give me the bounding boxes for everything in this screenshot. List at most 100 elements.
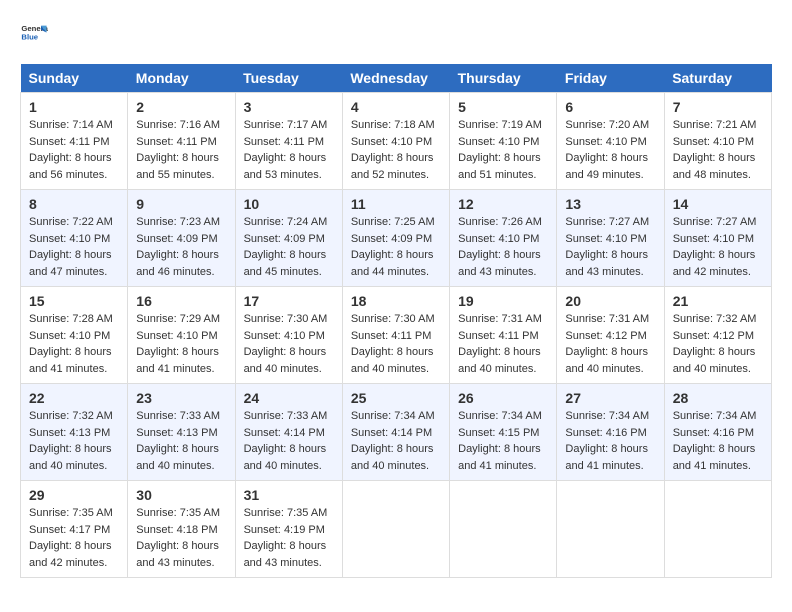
day-info: Sunrise: 7:20 AM Sunset: 4:10 PM Dayligh… [565,117,655,183]
sunrise-time: 7:30 AM [287,313,327,325]
sunset-time: 4:11 PM [284,136,324,148]
calendar-cell: 11 Sunrise: 7:25 AM Sunset: 4:09 PM Dayl… [342,190,449,287]
sunset-label: Sunset: [673,233,710,245]
day-number: 22 [29,390,119,406]
daylight-label: Daylight: [565,152,608,164]
sunrise-label: Sunrise: [29,216,69,228]
sunrise-label: Sunrise: [136,410,176,422]
day-number: 23 [136,390,226,406]
sunrise-time: 7:34 AM [502,410,542,422]
daylight-label: Daylight: [29,152,72,164]
sunrise-label: Sunrise: [458,313,498,325]
sunrise-label: Sunrise: [244,119,284,131]
sunset-time: 4:16 PM [713,427,754,439]
calendar-cell: 13 Sunrise: 7:27 AM Sunset: 4:10 PM Dayl… [557,190,664,287]
sunset-time: 4:09 PM [177,233,218,245]
daylight-label: Daylight: [565,249,608,261]
sunset-time: 4:15 PM [499,427,540,439]
sunset-time: 4:10 PM [284,330,325,342]
sunset-time: 4:16 PM [606,427,647,439]
day-info: Sunrise: 7:30 AM Sunset: 4:11 PM Dayligh… [351,311,441,377]
sunrise-time: 7:35 AM [72,507,112,519]
daylight-label: Daylight: [351,152,394,164]
sunrise-label: Sunrise: [244,410,284,422]
daylight-label: Daylight: [458,346,501,358]
sunrise-label: Sunrise: [673,410,713,422]
sunset-label: Sunset: [29,427,66,439]
calendar-cell [342,481,449,578]
sunset-time: 4:10 PM [713,233,754,245]
page-header: General Blue [20,20,772,48]
sunset-label: Sunset: [673,330,710,342]
calendar-cell: 30 Sunrise: 7:35 AM Sunset: 4:18 PM Dayl… [128,481,235,578]
day-info: Sunrise: 7:32 AM Sunset: 4:12 PM Dayligh… [673,311,763,377]
sunset-label: Sunset: [244,427,281,439]
sunset-label: Sunset: [136,427,173,439]
sunset-label: Sunset: [565,233,602,245]
logo-icon: General Blue [20,20,48,48]
calendar-cell: 14 Sunrise: 7:27 AM Sunset: 4:10 PM Dayl… [664,190,771,287]
day-info: Sunrise: 7:34 AM Sunset: 4:16 PM Dayligh… [673,408,763,474]
calendar-cell: 17 Sunrise: 7:30 AM Sunset: 4:10 PM Dayl… [235,287,342,384]
day-number: 14 [673,196,763,212]
day-number: 11 [351,196,441,212]
daylight-label: Daylight: [244,540,287,552]
sunrise-time: 7:26 AM [502,216,542,228]
sunset-label: Sunset: [29,233,66,245]
sunrise-time: 7:16 AM [180,119,220,131]
calendar-cell: 21 Sunrise: 7:32 AM Sunset: 4:12 PM Dayl… [664,287,771,384]
sunset-time: 4:14 PM [284,427,325,439]
sunrise-time: 7:30 AM [394,313,434,325]
calendar-cell: 20 Sunrise: 7:31 AM Sunset: 4:12 PM Dayl… [557,287,664,384]
day-info: Sunrise: 7:31 AM Sunset: 4:11 PM Dayligh… [458,311,548,377]
daylight-label: Daylight: [458,249,501,261]
day-info: Sunrise: 7:19 AM Sunset: 4:10 PM Dayligh… [458,117,548,183]
sunrise-label: Sunrise: [136,313,176,325]
sunset-time: 4:18 PM [177,524,218,536]
daylight-label: Daylight: [29,249,72,261]
sunset-label: Sunset: [136,233,173,245]
daylight-label: Daylight: [29,540,72,552]
sunset-label: Sunset: [29,136,66,148]
sunset-time: 4:11 PM [499,330,539,342]
sunrise-time: 7:27 AM [609,216,649,228]
day-info: Sunrise: 7:27 AM Sunset: 4:10 PM Dayligh… [673,214,763,280]
calendar-cell: 26 Sunrise: 7:34 AM Sunset: 4:15 PM Dayl… [450,384,557,481]
day-info: Sunrise: 7:26 AM Sunset: 4:10 PM Dayligh… [458,214,548,280]
day-number: 15 [29,293,119,309]
sunset-label: Sunset: [29,330,66,342]
logo: General Blue [20,20,52,48]
day-number: 25 [351,390,441,406]
calendar-cell: 31 Sunrise: 7:35 AM Sunset: 4:19 PM Dayl… [235,481,342,578]
calendar-header-thursday: Thursday [450,64,557,93]
sunrise-label: Sunrise: [565,119,605,131]
sunset-time: 4:10 PM [391,136,432,148]
sunset-time: 4:12 PM [713,330,754,342]
sunset-label: Sunset: [458,330,495,342]
daylight-label: Daylight: [136,540,179,552]
sunset-time: 4:13 PM [69,427,110,439]
calendar-cell: 10 Sunrise: 7:24 AM Sunset: 4:09 PM Dayl… [235,190,342,287]
calendar-cell: 1 Sunrise: 7:14 AM Sunset: 4:11 PM Dayli… [21,93,128,190]
sunset-time: 4:10 PM [499,136,540,148]
day-number: 6 [565,99,655,115]
day-info: Sunrise: 7:23 AM Sunset: 4:09 PM Dayligh… [136,214,226,280]
calendar-cell: 5 Sunrise: 7:19 AM Sunset: 4:10 PM Dayli… [450,93,557,190]
calendar-cell: 4 Sunrise: 7:18 AM Sunset: 4:10 PM Dayli… [342,93,449,190]
day-info: Sunrise: 7:32 AM Sunset: 4:13 PM Dayligh… [29,408,119,474]
sunset-time: 4:11 PM [69,136,109,148]
sunrise-time: 7:31 AM [502,313,542,325]
day-number: 30 [136,487,226,503]
day-number: 28 [673,390,763,406]
sunrise-time: 7:17 AM [287,119,327,131]
day-number: 5 [458,99,548,115]
calendar-cell [450,481,557,578]
sunset-time: 4:17 PM [69,524,110,536]
sunset-time: 4:09 PM [284,233,325,245]
sunset-label: Sunset: [136,524,173,536]
calendar-week-row: 8 Sunrise: 7:22 AM Sunset: 4:10 PM Dayli… [21,190,772,287]
sunrise-time: 7:25 AM [394,216,434,228]
calendar-cell: 15 Sunrise: 7:28 AM Sunset: 4:10 PM Dayl… [21,287,128,384]
day-number: 1 [29,99,119,115]
sunset-label: Sunset: [351,233,388,245]
